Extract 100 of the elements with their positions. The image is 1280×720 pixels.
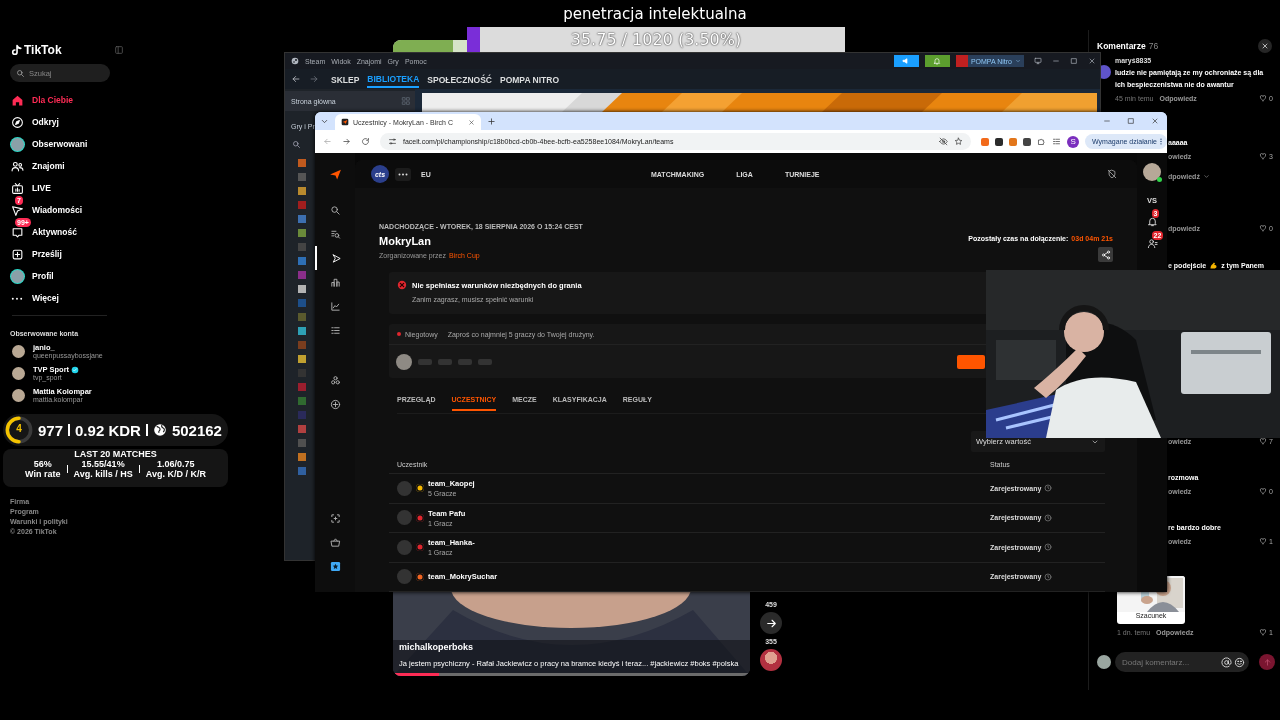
arrow-up-icon	[1262, 657, 1272, 667]
avatar[interactable]	[12, 388, 25, 402]
tiktok-logo-icon	[10, 43, 23, 57]
level-ring-icon	[5, 416, 33, 444]
comment-field[interactable]: Dodaj komentarz...	[1115, 652, 1249, 672]
collapse-icon[interactable]	[114, 45, 124, 55]
bell-icon[interactable]	[1146, 216, 1158, 227]
level-number: 4	[15, 423, 23, 434]
close-icon	[1261, 42, 1269, 50]
send-button[interactable]	[1259, 654, 1275, 670]
heart-icon[interactable]	[1259, 437, 1268, 445]
avatar[interactable]	[1143, 163, 1161, 181]
stat-value: 1.06/0.75	[157, 459, 195, 469]
eye-off-icon[interactable]	[939, 137, 949, 146]
circles-icon	[329, 374, 341, 386]
search-icon[interactable]	[292, 140, 301, 149]
close-icon[interactable]	[1151, 117, 1159, 125]
caret-icon	[1015, 58, 1021, 64]
people-icon	[10, 159, 24, 173]
action-button[interactable]	[957, 354, 985, 369]
stat-label: Avg. kills / HS	[73, 469, 133, 479]
heart-icon[interactable]	[1259, 152, 1268, 160]
nav-item[interactable]: Odkryj	[10, 111, 120, 133]
stats-title: LAST 20 MATCHES	[74, 449, 157, 459]
search-icon	[329, 204, 341, 216]
stream-title: penetracja intelektualna	[562, 4, 748, 25]
chevron-icon	[1202, 172, 1210, 180]
comment-count: 76	[1148, 41, 1159, 51]
favicon-icon	[341, 118, 349, 126]
forward-icon[interactable]	[309, 74, 319, 84]
emoji-icon[interactable]	[1234, 656, 1245, 668]
globe-icon	[152, 423, 167, 437]
clock-icon	[1044, 543, 1053, 552]
notification-button[interactable]	[924, 55, 950, 67]
puzzle-icon[interactable]	[1037, 137, 1047, 146]
heart-icon[interactable]	[1259, 537, 1268, 545]
add-icon	[329, 398, 341, 410]
tv-icon	[10, 181, 24, 195]
share-button[interactable]	[760, 612, 782, 634]
line-chart-icon	[329, 300, 341, 312]
share-button[interactable]	[1098, 247, 1113, 262]
forward-icon[interactable]	[342, 137, 351, 146]
avatar[interactable]	[12, 366, 25, 380]
megaphone-icon	[902, 57, 911, 65]
close-icon[interactable]	[1088, 57, 1096, 65]
star-icon[interactable]	[954, 137, 964, 146]
avatar	[10, 137, 24, 151]
compass-icon	[10, 115, 24, 129]
avatar[interactable]	[12, 344, 25, 358]
avatar[interactable]	[760, 649, 782, 671]
people-icon[interactable]	[1146, 238, 1158, 249]
steam-logo-icon	[291, 57, 299, 65]
monitor-icon[interactable]	[1034, 57, 1042, 65]
play-icon	[330, 252, 342, 264]
maximize-icon[interactable]	[1127, 117, 1135, 125]
stat-label: Avg. K/D / K/R	[145, 469, 206, 479]
faceit-logo-icon[interactable]	[328, 168, 342, 181]
stat-label: Win rate	[25, 469, 61, 479]
minimize-icon[interactable]	[1052, 57, 1060, 65]
elo-value: 977	[38, 421, 64, 439]
paper-plane-icon	[10, 203, 24, 217]
heart-icon[interactable]	[1259, 628, 1268, 636]
bar-chart-icon	[329, 276, 341, 288]
stat-value: 56%	[33, 459, 52, 469]
nav-item[interactable]: Obserwowani	[10, 133, 120, 155]
kdr-value: 0.92 KDR	[75, 421, 141, 439]
profile-button[interactable]: S	[1067, 135, 1080, 148]
clock-icon	[1044, 513, 1053, 522]
star-icon	[329, 560, 341, 572]
more-icon	[11, 296, 23, 300]
heart-icon[interactable]	[1259, 94, 1268, 102]
stat-value: 15.55/41%	[81, 459, 125, 469]
avatar	[10, 269, 24, 283]
reload-icon[interactable]	[361, 137, 370, 146]
clock-icon	[1044, 484, 1053, 493]
bell-icon	[933, 57, 942, 65]
nav-item[interactable]: LIVE	[10, 177, 120, 199]
message-icon	[10, 225, 24, 239]
list-icon	[329, 324, 341, 336]
back-icon[interactable]	[291, 74, 301, 84]
nav-tab[interactable]: SKLEP	[331, 71, 360, 87]
heart-icon[interactable]	[1259, 487, 1268, 495]
announcement-button[interactable]	[893, 55, 919, 67]
nav-item[interactable]: Dla Ciebie	[10, 89, 120, 111]
shield-off-icon[interactable]	[1107, 169, 1117, 179]
nav-item[interactable]: Znajomi	[10, 155, 120, 177]
share-icon	[1100, 249, 1111, 260]
avatar	[955, 55, 968, 67]
heart-icon[interactable]	[1259, 224, 1268, 232]
nav-item[interactable]: Profil	[10, 265, 120, 287]
nav-item[interactable]: Więcej	[10, 287, 120, 309]
reading-list-icon[interactable]	[1052, 137, 1062, 146]
nav-item[interactable]: Prześlij	[10, 243, 120, 265]
close-button[interactable]	[1258, 39, 1272, 53]
plus-square-icon	[10, 247, 24, 261]
at-icon[interactable]	[1221, 656, 1232, 668]
brand-name: TikTok	[24, 43, 62, 57]
maximize-icon[interactable]	[1070, 57, 1078, 65]
clock-icon	[1044, 572, 1053, 581]
magnifier-list-icon	[329, 228, 341, 240]
